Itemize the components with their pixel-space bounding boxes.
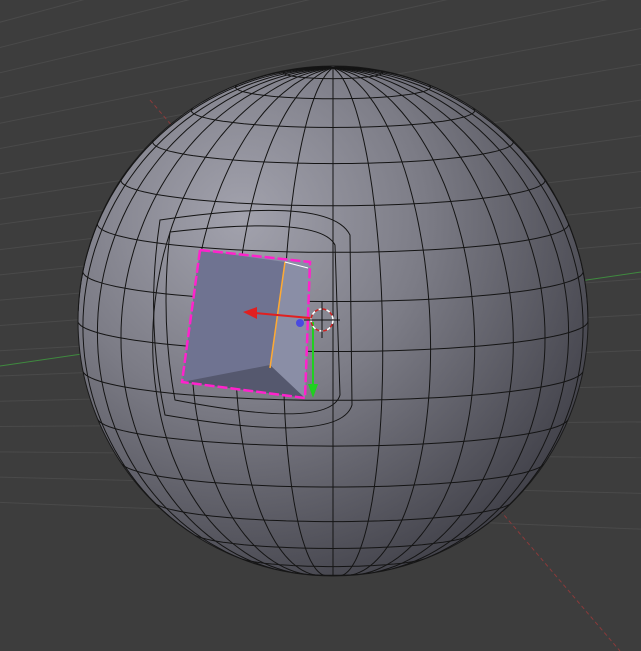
grid-line xyxy=(0,0,85,23)
3d-viewport[interactable] xyxy=(0,0,641,651)
viewport-canvas[interactable] xyxy=(0,0,641,651)
grid-line xyxy=(0,0,641,10)
z-handle-icon[interactable] xyxy=(296,319,304,327)
